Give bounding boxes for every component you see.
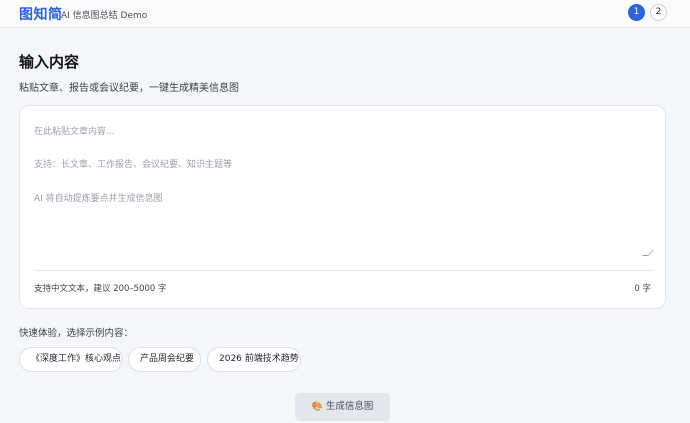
placeholder-line: 在此粘贴文章内容...	[34, 127, 115, 137]
paint-palette-icon: 🎨	[311, 402, 323, 412]
example-chip[interactable]: 产品周会纪要	[128, 347, 201, 372]
page-subtitle: 粘贴文章、报告或会议纪要，一键生成精美信息图	[19, 83, 239, 94]
divider	[34, 270, 653, 271]
input-card: 在此粘贴文章内容... 支持：长文章、工作报告、会议纪要、知识主题等 AI 将自…	[19, 105, 666, 309]
length-hint: 支持中文文本，建议 200–5000 字	[34, 284, 167, 294]
app-tagline: AI 信息图总结 Demo	[61, 11, 148, 21]
example-chip[interactable]: 《深度工作》核心观点	[19, 347, 123, 372]
content-textarea[interactable]: 在此粘贴文章内容... 支持：长文章、工作报告、会议纪要、知识主题等 AI 将自…	[34, 120, 654, 258]
page-title: 输入内容	[19, 53, 80, 71]
char-counter: 0 字	[634, 284, 651, 294]
generate-button-label: 生成信息图	[325, 401, 374, 412]
placeholder-line: 支持：长文章、工作报告、会议纪要、知识主题等	[34, 160, 233, 170]
quick-examples-label: 快速体验，选择示例内容：	[19, 328, 134, 339]
top-bar: 图知简 AI 信息图总结 Demo 1 2	[0, 0, 690, 28]
app-logo[interactable]: 图知简	[19, 4, 63, 24]
example-chip[interactable]: 2026 前端技术趋势	[207, 347, 301, 372]
step-indicator-1[interactable]: 1	[628, 4, 645, 21]
step-indicator-2[interactable]: 2	[650, 4, 667, 21]
placeholder-line: AI 将自动提炼要点并生成信息图	[34, 194, 163, 204]
generate-button[interactable]: 🎨 生成信息图	[295, 393, 390, 421]
